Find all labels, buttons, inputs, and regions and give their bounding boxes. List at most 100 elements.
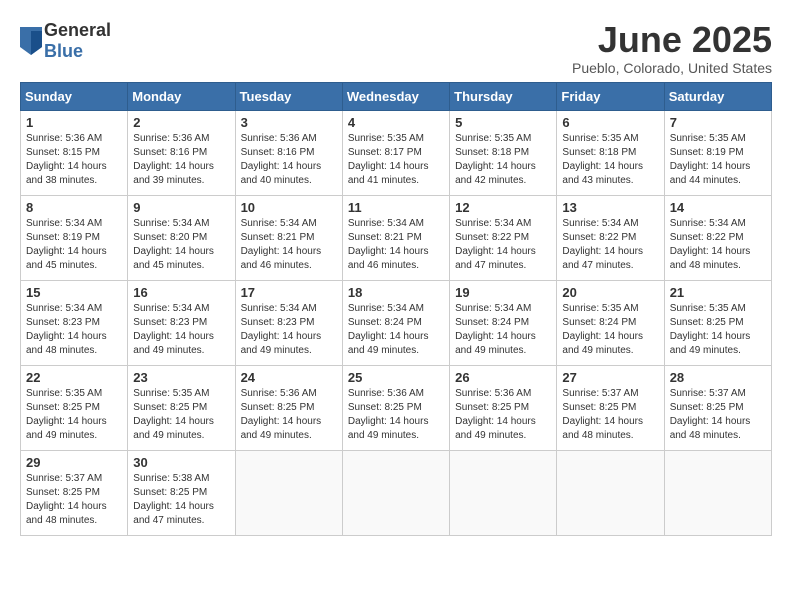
day-number: 27 — [562, 370, 658, 385]
table-row: 29 Sunrise: 5:37 AMSunset: 8:25 PMDaylig… — [21, 450, 128, 535]
cell-text: Sunrise: 5:34 AMSunset: 8:22 PMDaylight:… — [562, 218, 643, 271]
table-row — [664, 450, 771, 535]
calendar-row: 29 Sunrise: 5:37 AMSunset: 8:25 PMDaylig… — [21, 450, 772, 535]
table-row — [557, 450, 664, 535]
cell-text: Sunrise: 5:36 AMSunset: 8:25 PMDaylight:… — [348, 388, 429, 441]
cell-text: Sunrise: 5:36 AMSunset: 8:25 PMDaylight:… — [241, 388, 322, 441]
day-number: 22 — [26, 370, 122, 385]
day-number: 25 — [348, 370, 444, 385]
day-number: 4 — [348, 115, 444, 130]
cell-text: Sunrise: 5:37 AMSunset: 8:25 PMDaylight:… — [670, 388, 751, 441]
day-number: 6 — [562, 115, 658, 130]
table-row: 14 Sunrise: 5:34 AMSunset: 8:22 PMDaylig… — [664, 195, 771, 280]
cell-text: Sunrise: 5:35 AMSunset: 8:18 PMDaylight:… — [562, 133, 643, 186]
logo-icon — [20, 27, 42, 55]
day-number: 5 — [455, 115, 551, 130]
day-number: 9 — [133, 200, 229, 215]
location: Pueblo, Colorado, United States — [572, 60, 772, 76]
day-number: 10 — [241, 200, 337, 215]
table-row: 30 Sunrise: 5:38 AMSunset: 8:25 PMDaylig… — [128, 450, 235, 535]
table-row: 15 Sunrise: 5:34 AMSunset: 8:23 PMDaylig… — [21, 280, 128, 365]
table-row: 19 Sunrise: 5:34 AMSunset: 8:24 PMDaylig… — [450, 280, 557, 365]
table-row: 16 Sunrise: 5:34 AMSunset: 8:23 PMDaylig… — [128, 280, 235, 365]
day-number: 1 — [26, 115, 122, 130]
cell-text: Sunrise: 5:34 AMSunset: 8:22 PMDaylight:… — [670, 218, 751, 271]
logo: General Blue — [20, 20, 111, 62]
table-row: 23 Sunrise: 5:35 AMSunset: 8:25 PMDaylig… — [128, 365, 235, 450]
table-row: 20 Sunrise: 5:35 AMSunset: 8:24 PMDaylig… — [557, 280, 664, 365]
day-number: 28 — [670, 370, 766, 385]
cell-text: Sunrise: 5:35 AMSunset: 8:25 PMDaylight:… — [26, 388, 107, 441]
col-thursday: Thursday — [450, 82, 557, 110]
day-number: 18 — [348, 285, 444, 300]
cell-text: Sunrise: 5:34 AMSunset: 8:23 PMDaylight:… — [26, 303, 107, 356]
day-number: 14 — [670, 200, 766, 215]
cell-text: Sunrise: 5:35 AMSunset: 8:18 PMDaylight:… — [455, 133, 536, 186]
cell-text: Sunrise: 5:36 AMSunset: 8:16 PMDaylight:… — [241, 133, 322, 186]
day-number: 19 — [455, 285, 551, 300]
cell-text: Sunrise: 5:36 AMSunset: 8:15 PMDaylight:… — [26, 133, 107, 186]
table-row: 28 Sunrise: 5:37 AMSunset: 8:25 PMDaylig… — [664, 365, 771, 450]
cell-text: Sunrise: 5:34 AMSunset: 8:23 PMDaylight:… — [241, 303, 322, 356]
day-number: 3 — [241, 115, 337, 130]
day-number: 8 — [26, 200, 122, 215]
col-friday: Friday — [557, 82, 664, 110]
day-number: 11 — [348, 200, 444, 215]
cell-text: Sunrise: 5:34 AMSunset: 8:20 PMDaylight:… — [133, 218, 214, 271]
calendar-row: 22 Sunrise: 5:35 AMSunset: 8:25 PMDaylig… — [21, 365, 772, 450]
table-row: 1 Sunrise: 5:36 AMSunset: 8:15 PMDayligh… — [21, 110, 128, 195]
cell-text: Sunrise: 5:34 AMSunset: 8:21 PMDaylight:… — [241, 218, 322, 271]
cell-text: Sunrise: 5:35 AMSunset: 8:24 PMDaylight:… — [562, 303, 643, 356]
day-number: 7 — [670, 115, 766, 130]
cell-text: Sunrise: 5:34 AMSunset: 8:19 PMDaylight:… — [26, 218, 107, 271]
cell-text: Sunrise: 5:34 AMSunset: 8:24 PMDaylight:… — [348, 303, 429, 356]
day-number: 30 — [133, 455, 229, 470]
calendar-table: Sunday Monday Tuesday Wednesday Thursday… — [20, 82, 772, 536]
table-row: 8 Sunrise: 5:34 AMSunset: 8:19 PMDayligh… — [21, 195, 128, 280]
calendar-row: 1 Sunrise: 5:36 AMSunset: 8:15 PMDayligh… — [21, 110, 772, 195]
day-number: 15 — [26, 285, 122, 300]
cell-text: Sunrise: 5:36 AMSunset: 8:25 PMDaylight:… — [455, 388, 536, 441]
day-number: 16 — [133, 285, 229, 300]
table-row: 3 Sunrise: 5:36 AMSunset: 8:16 PMDayligh… — [235, 110, 342, 195]
day-number: 24 — [241, 370, 337, 385]
table-row: 26 Sunrise: 5:36 AMSunset: 8:25 PMDaylig… — [450, 365, 557, 450]
day-number: 23 — [133, 370, 229, 385]
col-wednesday: Wednesday — [342, 82, 449, 110]
table-row: 24 Sunrise: 5:36 AMSunset: 8:25 PMDaylig… — [235, 365, 342, 450]
table-row: 12 Sunrise: 5:34 AMSunset: 8:22 PMDaylig… — [450, 195, 557, 280]
cell-text: Sunrise: 5:34 AMSunset: 8:24 PMDaylight:… — [455, 303, 536, 356]
table-row: 22 Sunrise: 5:35 AMSunset: 8:25 PMDaylig… — [21, 365, 128, 450]
col-tuesday: Tuesday — [235, 82, 342, 110]
logo-general-text: General — [44, 20, 111, 41]
table-row: 13 Sunrise: 5:34 AMSunset: 8:22 PMDaylig… — [557, 195, 664, 280]
cell-text: Sunrise: 5:34 AMSunset: 8:21 PMDaylight:… — [348, 218, 429, 271]
day-number: 29 — [26, 455, 122, 470]
day-number: 20 — [562, 285, 658, 300]
cell-text: Sunrise: 5:37 AMSunset: 8:25 PMDaylight:… — [562, 388, 643, 441]
table-row: 25 Sunrise: 5:36 AMSunset: 8:25 PMDaylig… — [342, 365, 449, 450]
header: General Blue June 2025 Pueblo, Colorado,… — [20, 20, 772, 76]
logo-text: General Blue — [44, 20, 111, 62]
table-row: 11 Sunrise: 5:34 AMSunset: 8:21 PMDaylig… — [342, 195, 449, 280]
table-row: 27 Sunrise: 5:37 AMSunset: 8:25 PMDaylig… — [557, 365, 664, 450]
table-row: 6 Sunrise: 5:35 AMSunset: 8:18 PMDayligh… — [557, 110, 664, 195]
table-row: 4 Sunrise: 5:35 AMSunset: 8:17 PMDayligh… — [342, 110, 449, 195]
cell-text: Sunrise: 5:37 AMSunset: 8:25 PMDaylight:… — [26, 473, 107, 526]
logo-blue-text: Blue — [44, 41, 111, 62]
col-saturday: Saturday — [664, 82, 771, 110]
cell-text: Sunrise: 5:34 AMSunset: 8:22 PMDaylight:… — [455, 218, 536, 271]
day-number: 12 — [455, 200, 551, 215]
title-block: June 2025 Pueblo, Colorado, United State… — [572, 20, 772, 76]
col-monday: Monday — [128, 82, 235, 110]
table-row — [235, 450, 342, 535]
cell-text: Sunrise: 5:35 AMSunset: 8:25 PMDaylight:… — [670, 303, 751, 356]
table-row: 9 Sunrise: 5:34 AMSunset: 8:20 PMDayligh… — [128, 195, 235, 280]
table-row: 21 Sunrise: 5:35 AMSunset: 8:25 PMDaylig… — [664, 280, 771, 365]
page: General Blue June 2025 Pueblo, Colorado,… — [0, 0, 792, 612]
day-number: 17 — [241, 285, 337, 300]
table-row: 7 Sunrise: 5:35 AMSunset: 8:19 PMDayligh… — [664, 110, 771, 195]
day-number: 2 — [133, 115, 229, 130]
cell-text: Sunrise: 5:34 AMSunset: 8:23 PMDaylight:… — [133, 303, 214, 356]
day-number: 21 — [670, 285, 766, 300]
